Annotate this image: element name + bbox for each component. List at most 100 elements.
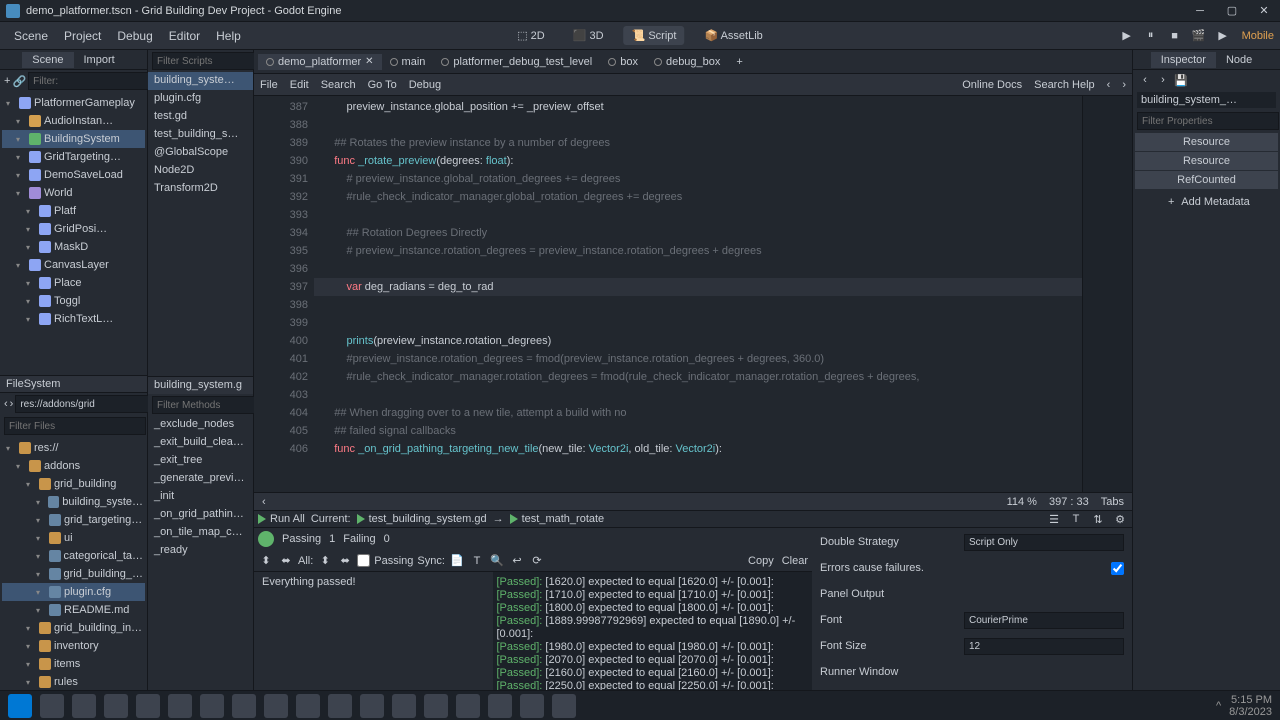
zoom-level[interactable]: 114 % xyxy=(1007,496,1037,508)
fs-tree-item[interactable]: ▾items xyxy=(2,655,145,673)
inspector-filter-input[interactable] xyxy=(1137,112,1279,130)
scene-tree[interactable]: ▾PlatformerGameplay▾AudioInstan…▾Buildin… xyxy=(0,92,147,375)
method-item[interactable]: _ready xyxy=(148,542,253,560)
fs-tree-item[interactable]: ▾res:// xyxy=(2,439,145,457)
close-button[interactable]: ✕ xyxy=(1254,4,1274,18)
scene-tab[interactable]: demo_platformer✕ xyxy=(258,54,382,70)
scene-tree-item[interactable]: ▾CanvasLayer xyxy=(2,256,145,274)
fs-tree-item[interactable]: ▾categorical_ta… xyxy=(2,547,145,565)
scene-tree-item[interactable]: ▾BuildingSystem xyxy=(2,130,145,148)
ed-menu-edit[interactable]: Edit xyxy=(290,79,309,91)
minimize-button[interactable]: ─ xyxy=(1190,4,1210,18)
app-taskbar-icon[interactable] xyxy=(456,694,480,718)
app-taskbar-icon[interactable] xyxy=(552,694,576,718)
method-item[interactable]: _on_grid_pathing… xyxy=(148,506,253,524)
fs-tree-item[interactable]: ▾ui xyxy=(2,529,145,547)
expand-all-icon[interactable]: ⬌ xyxy=(337,553,353,569)
menu-scene[interactable]: Scene xyxy=(6,25,56,47)
app-taskbar-icon[interactable] xyxy=(328,694,352,718)
fontsize-input[interactable]: 12 xyxy=(964,638,1124,655)
script-item[interactable]: plugin.cfg xyxy=(148,90,253,108)
font-select[interactable]: CourierPrime xyxy=(964,612,1124,629)
app-taskbar-icon[interactable] xyxy=(296,694,320,718)
fs-tree-item[interactable]: ▾README.md xyxy=(2,601,145,619)
settings-icon[interactable]: ⚙ xyxy=(1112,511,1128,527)
maximize-button[interactable]: ▢ xyxy=(1222,4,1242,18)
menu-debug[interactable]: Debug xyxy=(109,25,160,47)
wrap-icon[interactable]: ↩ xyxy=(509,553,525,569)
method-item[interactable]: _exclude_nodes xyxy=(148,416,253,434)
fs-fwd-button[interactable]: › xyxy=(10,396,14,412)
refresh-icon[interactable]: ⟳ xyxy=(529,553,545,569)
scene-tree-item[interactable]: ▾GridTargeting… xyxy=(2,148,145,166)
app-taskbar-icon[interactable] xyxy=(200,694,224,718)
app-taskbar-icon[interactable] xyxy=(168,694,192,718)
filesystem-tree[interactable]: ▾res://▾addons▾grid_building▾building_sy… xyxy=(0,437,147,720)
history-fwd-icon[interactable]: › xyxy=(1155,72,1171,88)
pause-button[interactable]: ⏸ xyxy=(1142,27,1160,45)
double-strategy-select[interactable]: Script Only xyxy=(964,534,1124,551)
add-metadata-button[interactable]: Add Metadata xyxy=(1181,196,1250,208)
collapse-icon[interactable]: ⬍ xyxy=(258,553,274,569)
scene-tab[interactable]: platformer_debug_test_level xyxy=(433,54,600,70)
online-docs-link[interactable]: Online Docs xyxy=(962,79,1022,91)
nav-back-icon[interactable]: ‹ xyxy=(1107,79,1111,91)
import-tab[interactable]: Import xyxy=(74,52,125,68)
scene-tree-item[interactable]: ▾MaskD xyxy=(2,238,145,256)
app-taskbar-icon[interactable] xyxy=(104,694,128,718)
nav-fwd-icon[interactable]: › xyxy=(1122,79,1126,91)
fs-tree-item[interactable]: ▾addons xyxy=(2,457,145,475)
indent-mode[interactable]: Tabs xyxy=(1101,496,1124,508)
method-list[interactable]: _exclude_nodes_exit_build_clean…_exit_tr… xyxy=(148,416,253,720)
new-tab-button[interactable]: + xyxy=(728,54,750,70)
fs-tree-item[interactable]: ▾plugin.cfg xyxy=(2,583,145,601)
search-help-link[interactable]: Search Help xyxy=(1034,79,1095,91)
text-view-icon[interactable]: T xyxy=(1068,511,1084,527)
run-all-button[interactable]: Run All xyxy=(258,513,305,525)
fs-path-input[interactable] xyxy=(15,395,157,413)
scene-tab[interactable]: Scene xyxy=(22,52,73,68)
app-taskbar-icon[interactable] xyxy=(264,694,288,718)
renderer-label[interactable]: Mobile xyxy=(1242,30,1274,42)
taskbar-time[interactable]: 5:15 PM xyxy=(1229,694,1272,706)
fs-tree-item[interactable]: ▾grid_building_… xyxy=(2,565,145,583)
script-item[interactable]: building_syste… xyxy=(148,72,253,90)
script-item[interactable]: test.gd xyxy=(148,108,253,126)
scene-tab[interactable]: main xyxy=(382,54,434,70)
method-item[interactable]: _generate_previe… xyxy=(148,470,253,488)
ed-menu-go-to[interactable]: Go To xyxy=(368,79,397,91)
code-editor[interactable]: 3873883893903913923933943953963973983994… xyxy=(254,96,1132,492)
scene-tab[interactable]: debug_box xyxy=(646,54,728,70)
scene-tree-item[interactable]: ▾Place xyxy=(2,274,145,292)
collapse-all-icon[interactable]: ⬍ xyxy=(317,553,333,569)
app-taskbar-icon[interactable] xyxy=(360,694,384,718)
app-taskbar-icon[interactable] xyxy=(392,694,416,718)
app-taskbar-icon[interactable] xyxy=(232,694,256,718)
app-taskbar-icon[interactable] xyxy=(136,694,160,718)
method-item[interactable]: _exit_build_clean… xyxy=(148,434,253,452)
sync-script-icon[interactable]: 📄 xyxy=(449,553,465,569)
method-item[interactable]: _init xyxy=(148,488,253,506)
scene-tree-item[interactable]: ▾RichTextL… xyxy=(2,310,145,328)
fs-tree-item[interactable]: ▾grid_building xyxy=(2,475,145,493)
breadcrumb-icon[interactable]: ‹ xyxy=(262,496,266,508)
run-current-method-button[interactable]: test_math_rotate xyxy=(510,513,605,525)
explorer-taskbar-icon[interactable] xyxy=(72,694,96,718)
errors-checkbox[interactable] xyxy=(1111,562,1124,575)
script-item[interactable]: test_building_s… xyxy=(148,126,253,144)
script-list[interactable]: building_syste…plugin.cfgtest.gdtest_bui… xyxy=(148,72,253,376)
ed-menu-debug[interactable]: Debug xyxy=(409,79,441,91)
scene-tree-item[interactable]: ▾GridPosi… xyxy=(2,220,145,238)
menu-editor[interactable]: Editor xyxy=(161,25,208,47)
search-icon[interactable]: 🔍 xyxy=(489,553,505,569)
sync-text-icon[interactable]: T xyxy=(469,553,485,569)
script-item[interactable]: Transform2D xyxy=(148,180,253,198)
play-button[interactable]: ▶ xyxy=(1118,27,1136,45)
node-tab[interactable]: Node xyxy=(1216,52,1262,68)
history-back-icon[interactable]: ‹ xyxy=(1137,72,1153,88)
method-item[interactable]: _on_tile_map_ch… xyxy=(148,524,253,542)
inspector-category[interactable]: Resource xyxy=(1135,152,1278,170)
ed-menu-search[interactable]: Search xyxy=(321,79,356,91)
taskbar-date[interactable]: 8/3/2023 xyxy=(1229,706,1272,718)
fs-tree-item[interactable]: ▾inventory xyxy=(2,637,145,655)
